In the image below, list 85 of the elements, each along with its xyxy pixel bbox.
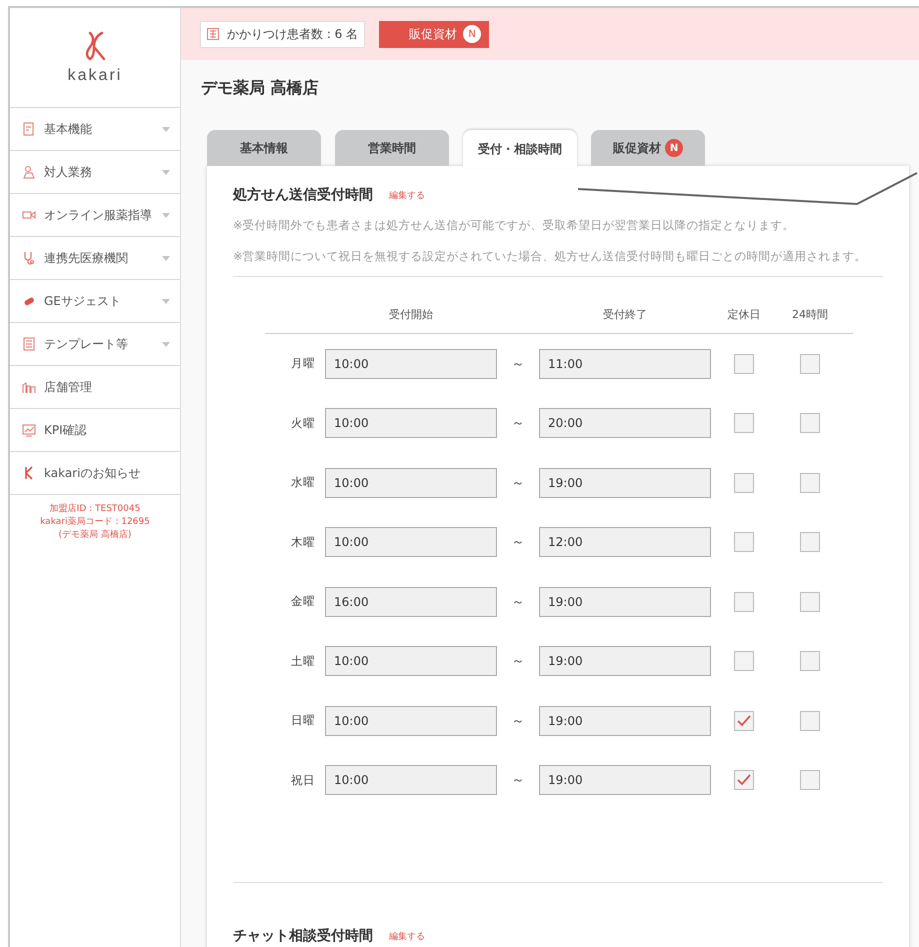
store-info-text: 加盟店ID : TEST0045 [50, 503, 140, 516]
all-day-checkbox[interactable] [800, 592, 820, 612]
end-time-field[interactable]: 12:00 [539, 527, 711, 558]
closed-checkbox[interactable] [734, 710, 754, 731]
edit-link[interactable]: 編集する [389, 930, 425, 942]
note-text: ※受付時間外でも患者さまは処方せん送信が可能ですが、受取希望日が翌営業日以降の指定となります。 [233, 217, 796, 234]
column-header: 受付終了 [602, 307, 648, 322]
all-day-checkbox[interactable] [800, 710, 820, 731]
menu-item-icon [22, 337, 36, 351]
closed-checkbox[interactable] [734, 413, 754, 434]
sidebar-item[interactable]: kakariのお知らせ [10, 452, 180, 495]
day-label: 木曜 [290, 534, 316, 550]
end-time-field[interactable]: 20:00 [539, 408, 711, 438]
end-time-field[interactable]: 11:00 [539, 348, 711, 379]
sidebar-item[interactable]: テンプレート等 [10, 323, 180, 366]
start-time-field[interactable]: 10:00 [325, 348, 497, 379]
range-separator: ～ [510, 474, 526, 492]
menu-item-icon [22, 165, 36, 179]
tab[interactable]: 基本情報 [207, 130, 321, 166]
day-label: 火曜 [290, 416, 316, 431]
closed-checkbox[interactable] [734, 532, 754, 552]
start-time-field[interactable]: 10:00 [325, 765, 497, 796]
range-separator: ～ [510, 772, 526, 790]
menu-item-icon [22, 122, 36, 136]
column-header: 受付開始 [388, 307, 434, 322]
closed-checkbox[interactable] [734, 651, 754, 672]
range-separator: ～ [510, 712, 526, 730]
page-title: デモ薬局 高橋店 [200, 77, 320, 99]
day-label: 水曜 [290, 475, 316, 490]
range-separator: ～ [510, 594, 526, 611]
range-separator: ～ [510, 653, 526, 670]
patient-count-text: かかりつけ患者数 : 6 名 [227, 26, 358, 42]
day-label: 日曜 [290, 713, 316, 728]
logo-text: kakari [68, 66, 122, 84]
column-header: 24時間 [791, 307, 829, 322]
end-time-field[interactable]: 19:00 [539, 706, 711, 736]
closed-checkbox[interactable] [734, 354, 754, 374]
tab[interactable]: 営業時間 [335, 130, 449, 166]
menu-item-icon [22, 208, 36, 222]
store-info-text: (デモ薬局 高橋店) [58, 529, 132, 542]
edit-link[interactable]: 編集する [389, 188, 425, 202]
all-day-checkbox[interactable] [800, 651, 820, 672]
start-time-field[interactable]: 10:00 [325, 527, 497, 558]
day-label: 月曜 [290, 356, 316, 372]
tab[interactable]: 受付・相談時間 [463, 130, 577, 168]
all-day-checkbox[interactable] [800, 770, 820, 790]
closed-checkbox[interactable] [734, 592, 754, 612]
tab[interactable]: 販促資材 N [591, 130, 705, 166]
start-time-field[interactable]: 10:00 [325, 646, 497, 676]
closed-checkbox[interactable] [734, 770, 754, 790]
end-time-field[interactable]: 19:00 [539, 468, 711, 498]
sidebar-item[interactable]: 対人業務 [10, 151, 180, 194]
start-time-field[interactable]: 16:00 [325, 586, 497, 617]
start-time-field[interactable]: 10:00 [325, 408, 497, 438]
sidebar-item[interactable]: 連携先医療機関 [10, 237, 180, 280]
all-day-checkbox[interactable] [800, 413, 820, 434]
section-title: チャット相談受付時間 [233, 927, 373, 945]
end-time-field[interactable]: 19:00 [539, 586, 711, 617]
end-time-field[interactable]: 19:00 [539, 765, 711, 796]
start-time-field[interactable]: 10:00 [325, 468, 497, 498]
closed-checkbox[interactable] [734, 472, 754, 493]
day-label: 金曜 [290, 594, 316, 610]
range-separator: ～ [510, 415, 526, 432]
menu-item-icon [22, 423, 36, 437]
all-day-checkbox[interactable] [800, 354, 820, 374]
sidebar-item[interactable]: 基本機能 [10, 108, 180, 151]
all-day-checkbox[interactable] [800, 472, 820, 493]
start-time-field[interactable]: 10:00 [325, 706, 497, 736]
end-time-field[interactable]: 19:00 [539, 646, 711, 676]
menu-item-icon [22, 251, 36, 265]
sidebar-item[interactable]: 店舗管理 [10, 366, 180, 409]
store-info-text: kakari薬局コード : 12695 [40, 516, 150, 529]
sidebar-item[interactable]: KPI確認 [10, 409, 180, 452]
sidebar-item[interactable]: GEサジェスト [10, 280, 180, 323]
column-header: 定休日 [726, 307, 762, 322]
sidebar-item[interactable]: オンライン服薬指導 [10, 194, 180, 237]
day-label: 祝日 [290, 772, 316, 788]
day-label: 土曜 [290, 654, 316, 669]
range-separator: ～ [510, 534, 526, 552]
all-day-checkbox[interactable] [800, 532, 820, 552]
promo-materials-button[interactable]: 販促資材 N [379, 20, 490, 48]
note-text: ※営業時間について祝日を無視する設定がされていた場合、処方せん送信受付時間も曜日ごとの時間が適用されます。 [233, 248, 868, 265]
section-title: 処方せん送信受付時間 [233, 186, 373, 204]
menu-item-icon [22, 380, 36, 394]
range-separator: ～ [510, 356, 526, 373]
